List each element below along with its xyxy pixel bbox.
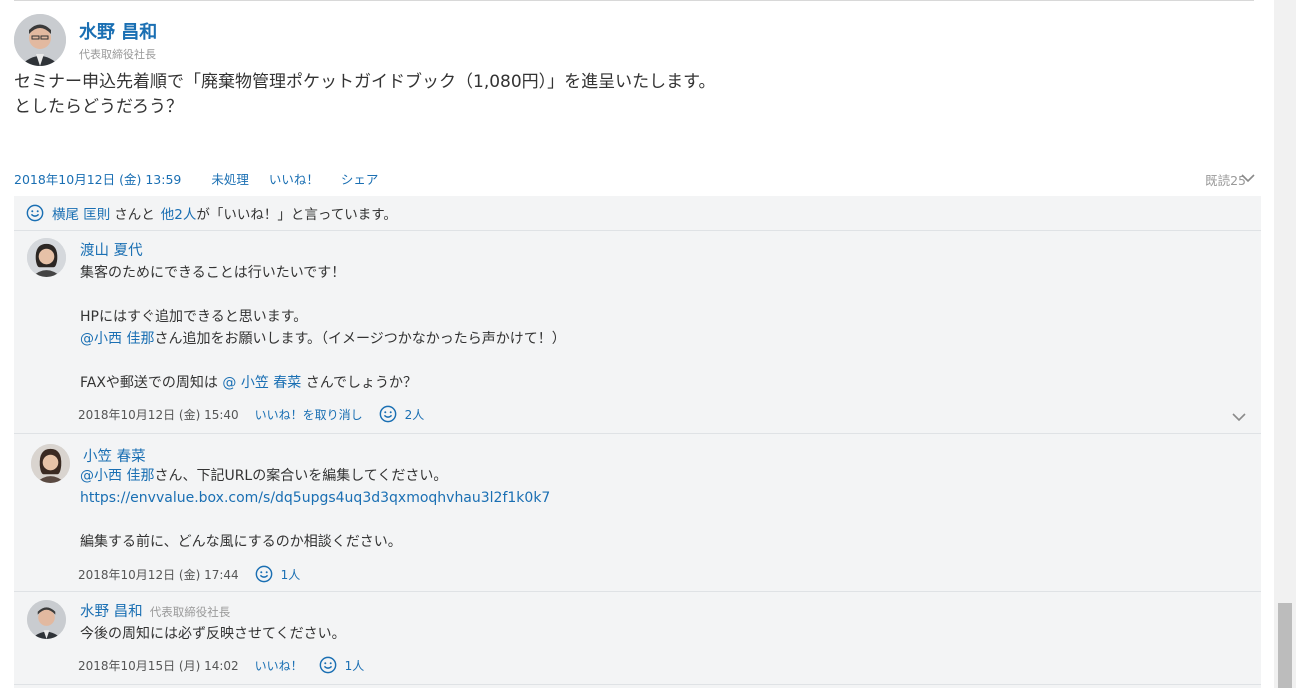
chevron-down-icon[interactable] (1241, 172, 1255, 184)
likes-others-link[interactable]: 他2人 (161, 203, 197, 223)
mention-link[interactable]: @ 小笠 春菜 (222, 375, 301, 391)
comment-meta: 2018年10月12日 (金) 17:44 1人 (78, 565, 316, 583)
smile-icon[interactable] (379, 405, 397, 423)
like-count[interactable]: 1人 (281, 566, 301, 583)
mention-link[interactable]: @小西 佳那 (80, 468, 154, 484)
post-meta: 2018年10月12日 (金) 13:59 未処理 いいね！ シェア (14, 169, 378, 188)
comment-text: FAXや郵送での周知は (80, 375, 223, 391)
comment-meta: 2018年10月15日 (月) 14:02 いいね！ 1人 (78, 656, 380, 674)
avatar-photo-icon (14, 14, 66, 66)
comment-timestamp[interactable]: 2018年10月12日 (金) 17:44 (78, 566, 239, 583)
avatar-photo-icon (27, 600, 66, 639)
smile-icon[interactable] (319, 656, 337, 674)
avatar-photo-icon (27, 238, 66, 277)
smile-icon (26, 204, 44, 222)
comment-author: 水野 昌和 代表取締役社長 (80, 600, 230, 621)
comment-body: 集客のためにできることは行いたいです！ HPにはすぐ追加できると思います。 @小… (80, 262, 566, 394)
divider (14, 591, 1261, 592)
chevron-down-icon[interactable] (1232, 411, 1246, 423)
comment-author-name[interactable]: 小笠 春菜 (83, 445, 146, 466)
comment-line: https://envvalue.box.com/s/dq5upgs4uq3d3… (80, 487, 550, 509)
comment-timestamp[interactable]: 2018年10月12日 (金) 15:40 (78, 406, 239, 423)
avatar-photo-icon (31, 444, 70, 483)
comment-line: @小西 佳那さん、下記URLの案合いを編集してください。 (80, 465, 550, 487)
comment-author-role: 代表取締役社長 (149, 605, 231, 619)
share-button[interactable]: シェア (341, 172, 379, 187)
comment-line: 今後の周知には必ず反映させてください。 (80, 626, 346, 642)
avatar[interactable] (31, 444, 70, 483)
comment-body: @小西 佳那さん、下記URLの案合いを編集してください。 https://env… (80, 465, 550, 553)
post-author-name[interactable]: 水野 昌和 (79, 18, 157, 44)
comment-author-name[interactable]: 水野 昌和 (80, 604, 143, 620)
comment-meta: 2018年10月12日 (金) 15:40 いいね！を取り消し 2人 (78, 405, 440, 423)
post-text-line: としたらどうだろう？ (14, 97, 183, 117)
avatar[interactable] (14, 14, 66, 66)
comment-line: 編集する前に、どんな風にするのか相談ください。 (80, 534, 402, 550)
comment-blank-line (80, 350, 566, 372)
post-author-role: 代表取締役社長 (79, 48, 156, 61)
divider (14, 433, 1261, 434)
comment-author-name[interactable]: 渡山 夏代 (80, 239, 143, 260)
post-timestamp[interactable]: 2018年10月12日 (金) 13:59 (14, 172, 181, 187)
like-button[interactable]: いいね！ (255, 657, 303, 674)
unlike-button[interactable]: いいね！を取り消し (255, 406, 363, 423)
scrollbar-track[interactable] (1274, 0, 1296, 688)
avatar[interactable] (27, 238, 66, 277)
comment-line: FAXや郵送での周知は @ 小笠 春菜 さんでしょうか？ (80, 372, 566, 394)
likes-summary-mid: さんと (114, 207, 155, 223)
top-divider (14, 0, 1254, 1)
smile-icon[interactable] (255, 565, 273, 583)
scrollbar-thumb[interactable] (1278, 603, 1292, 688)
post-body: セミナー申込先着順で「廃棄物管理ポケットガイドブック（1,080円）」を進呈いた… (14, 70, 715, 120)
read-count[interactable]: 既読25 (1205, 170, 1246, 189)
likes-summary-tail: が「いいね！」と言っています。 (196, 207, 397, 223)
comment-line: @小西 佳那さん追加をお願いします。（イメージつかなかったら声かけて！） (80, 328, 566, 350)
comment-timestamp[interactable]: 2018年10月15日 (月) 14:02 (78, 657, 239, 674)
url-link[interactable]: https://envvalue.box.com/s/dq5upgs4uq3d3… (80, 490, 550, 506)
divider (14, 684, 1261, 685)
comment-text: さんでしょうか？ (301, 375, 418, 391)
mention-link[interactable]: @小西 佳那 (80, 331, 154, 347)
comment-line: 集客のためにできることは行いたいです！ (80, 265, 346, 281)
like-count[interactable]: 2人 (405, 406, 425, 423)
liker-name[interactable]: 横尾 匡則 (52, 203, 110, 223)
likes-summary: 横尾 匡則 さんと 他2人 が「いいね！」と言っています。 (26, 203, 397, 223)
divider (14, 230, 1261, 231)
comment-line: HPにはすぐ追加できると思います。 (80, 309, 308, 325)
avatar[interactable] (27, 600, 66, 639)
like-count[interactable]: 1人 (345, 657, 365, 674)
comment-text: さん追加をお願いします。（イメージつかなかったら声かけて！） (154, 331, 566, 347)
comment-blank-line (80, 284, 566, 306)
post-text-line: セミナー申込先着順で「廃棄物管理ポケットガイドブック（1,080円）」を進呈いた… (14, 72, 716, 92)
like-button[interactable]: いいね！ (269, 172, 319, 187)
unprocessed-button[interactable]: 未処理 (211, 172, 249, 187)
comment-body: 今後の周知には必ず反映させてください。 (80, 623, 346, 645)
comment-text: さん、下記URLの案合いを編集してください。 (154, 468, 448, 484)
comment-blank-line (80, 509, 550, 531)
